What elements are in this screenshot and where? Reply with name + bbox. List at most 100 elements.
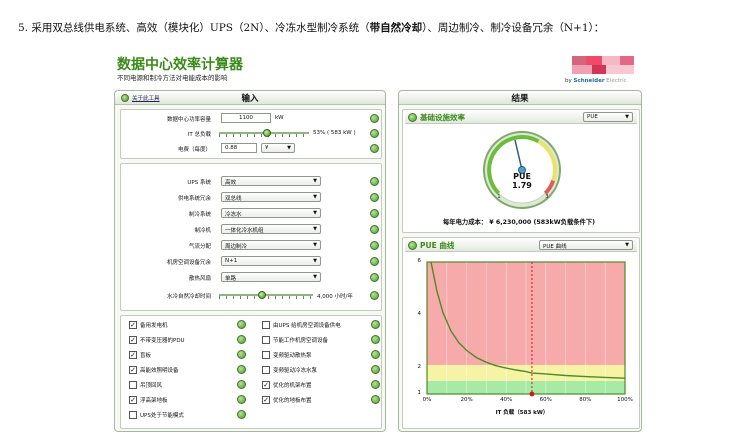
option-right-5[interactable]: ✓ 优化的地板布置 (262, 395, 312, 405)
option-checkbox[interactable]: ✓ (129, 321, 137, 329)
cooling-system-select[interactable]: 冷冻水 ▼ (221, 208, 321, 218)
help-icon[interactable] (371, 395, 380, 404)
help-icon[interactable] (370, 129, 379, 138)
option-checkbox[interactable] (129, 411, 137, 419)
option-checkbox[interactable] (262, 336, 270, 344)
help-icon[interactable] (370, 177, 379, 186)
gauge-min: 1 (497, 194, 501, 200)
help-icon[interactable] (371, 350, 380, 359)
help-icon[interactable] (371, 380, 380, 389)
help-icon[interactable] (370, 241, 379, 250)
field-label-tariff: 电费（每度） (177, 147, 211, 153)
option-right-3[interactable]: 变频驱动冷冻水泵 (262, 365, 317, 375)
option-checkbox[interactable]: ✓ (129, 396, 137, 404)
help-icon[interactable] (371, 320, 380, 329)
input-panel-title: 输入 (241, 94, 259, 104)
help-icon[interactable] (370, 144, 379, 153)
help-icon[interactable] (371, 365, 380, 374)
option-checkbox[interactable] (262, 351, 270, 359)
option-checkbox[interactable]: ✓ (262, 381, 270, 389)
help-icon[interactable] (370, 225, 379, 234)
option-checkbox[interactable]: ✓ (129, 366, 137, 374)
fans-select[interactable]: 单路 ▼ (221, 272, 321, 282)
option-checkbox[interactable]: ✓ (129, 336, 137, 344)
crac-redundancy-select[interactable]: N+1 ▼ (221, 256, 321, 266)
field-label-chiller: 制冷机 (194, 228, 211, 234)
help-icon[interactable] (370, 209, 379, 218)
free-cooling-slider[interactable] (219, 290, 313, 300)
app-subtitle: 不同电源和制冷方法对电能成本的影响 (117, 74, 228, 82)
it-load-readout: 53% ( 583 kW ) (313, 130, 356, 136)
option-right-2[interactable]: 变频驱动散热泵 (262, 350, 312, 360)
field-label-capacity: 数据中心功率容量 (166, 117, 211, 123)
airflow-select[interactable]: 周边制冷 ▼ (221, 240, 321, 250)
help-icon[interactable] (370, 273, 379, 282)
curve-type-select[interactable]: PUE 曲线 ▼ (539, 240, 633, 250)
option-left-0[interactable]: ✓ 备用发电机 (129, 320, 168, 330)
option-right-0[interactable]: 由UPS 给机房空调设备供电 (262, 320, 341, 330)
help-icon[interactable] (370, 257, 379, 266)
ups-system-select[interactable]: 高效 ▼ (221, 176, 321, 186)
chart-x-tick-label: 60% (539, 397, 552, 403)
chiller-select[interactable]: 一体化冷水机组 ▼ (221, 224, 321, 234)
option-checkbox[interactable] (262, 366, 270, 374)
chart-y-tick-label: 2 (417, 363, 422, 370)
help-icon[interactable] (237, 380, 246, 389)
help-icon[interactable] (370, 114, 379, 123)
info-icon[interactable] (408, 241, 417, 250)
field-label-it-load: IT 总负载 (187, 132, 211, 138)
option-left-6[interactable]: UPS处于节能模式 (129, 410, 184, 420)
tariff-input[interactable]: 0.88 (221, 143, 257, 153)
currency-select[interactable]: ¥ ▼ (261, 143, 295, 153)
efficiency-title: 基础设施效率 (420, 113, 465, 122)
input-panel-header: 关于此工具 输入 (115, 91, 385, 105)
chart-x-tick-label: 0% (422, 397, 432, 403)
help-icon[interactable] (237, 350, 246, 359)
option-left-3[interactable]: ✓ 高能效照明设备 (129, 365, 179, 375)
help-icon[interactable] (237, 410, 246, 419)
chart-x-axis-label: IT 负载（583 kW） (495, 410, 549, 416)
metric-select[interactable]: PUE ▼ (583, 112, 633, 122)
gauge-label: PUE (513, 172, 531, 181)
capacity-input[interactable]: 1100 (221, 113, 271, 123)
option-label: 吊顶回风 (140, 383, 163, 389)
option-label: UPS处于节能模式 (140, 413, 184, 419)
help-icon[interactable] (237, 320, 246, 329)
pue-curve-section: PUE 曲线 PUE 曲线 ▼ 1 2 4 6 0% 20% 40% 60% 80% 100% IT … (402, 237, 640, 429)
help-icon[interactable] (370, 193, 379, 202)
field-label-power-redundancy: 供电系统冗余 (177, 196, 211, 202)
help-icon[interactable] (237, 335, 246, 344)
help-icon[interactable] (237, 395, 246, 404)
pue-gauge (483, 131, 561, 209)
option-checkbox[interactable]: ✓ (262, 396, 270, 404)
annual-cost-text: 每年电力成本： ¥ 6,230,000 (583kW负载条件下) (443, 219, 596, 226)
option-left-4[interactable]: 吊顶回风 (129, 380, 162, 390)
info-icon[interactable] (408, 113, 417, 122)
option-checkbox[interactable] (262, 321, 270, 329)
chart-x-tick-label: 20% (460, 397, 473, 403)
option-checkbox[interactable]: ✓ (129, 351, 137, 359)
brand-logo-text: by Schneider Electric (565, 78, 627, 84)
option-label: 备用发电机 (140, 323, 168, 329)
it-load-slider[interactable] (219, 128, 309, 138)
option-label: 浮高架地板 (140, 398, 168, 404)
option-label: 高能效照明设备 (140, 368, 179, 374)
option-left-1[interactable]: ✓ 不带变压器的PDU (129, 335, 185, 345)
app-title: 数据中心效率计算器 (117, 57, 243, 73)
gauge-value: 1.79 (512, 181, 532, 190)
result-panel: 结果 基础设施效率 PUE ▼ PUE 1.79 1 3 每年电力成本： ¥ 6,… (398, 90, 642, 432)
gauge-max: 3 (545, 194, 549, 200)
field-label-airflow: 气流分配 (188, 244, 211, 250)
help-icon[interactable] (371, 335, 380, 344)
option-checkbox[interactable] (129, 381, 137, 389)
option-right-1[interactable]: 节能工作机房空调设备 (262, 335, 328, 345)
help-icon[interactable] (237, 365, 246, 374)
option-left-2[interactable]: ✓ 盲板 (129, 350, 151, 360)
help-icon[interactable] (370, 291, 379, 300)
power-redundancy-select[interactable]: 双总线 ▼ (221, 192, 321, 202)
result-panel-header: 结果 (399, 91, 641, 105)
option-left-5[interactable]: ✓ 浮高架地板 (129, 395, 168, 405)
it-load-slider-knob[interactable] (262, 129, 271, 137)
field-label-fans: 散热风扇 (188, 276, 211, 282)
option-right-4[interactable]: ✓ 优化的机架布置 (262, 380, 312, 390)
